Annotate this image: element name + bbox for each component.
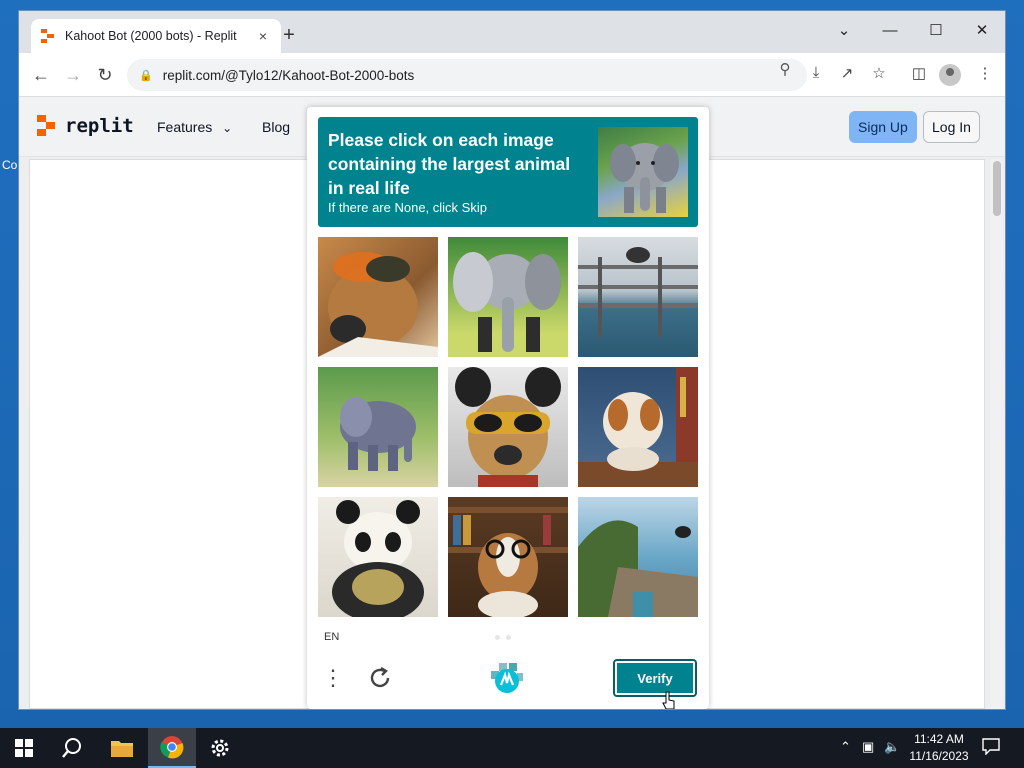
- browser-tab[interactable]: Kahoot Bot (2000 bots) - Replit ×: [31, 19, 281, 53]
- clock-time: 11:42 AM: [914, 732, 964, 746]
- address-bar[interactable]: 🔒 replit.com/@Tylo12/Kahoot-Bot-2000-bot…: [127, 59, 807, 91]
- lock-icon: 🔒: [139, 69, 153, 82]
- side-panel-icon[interactable]: ◫: [909, 64, 929, 82]
- challenge-tile[interactable]: [578, 367, 698, 487]
- challenge-tile[interactable]: [578, 497, 698, 617]
- settings-gear-icon[interactable]: [196, 728, 244, 768]
- browser-window: Kahoot Bot (2000 bots) - Replit × + ⌄ — …: [18, 10, 1006, 710]
- url-text[interactable]: replit.com/@Tylo12/Kahoot-Bot-2000-bots: [163, 68, 415, 83]
- nav-features[interactable]: Features ⌄: [157, 119, 232, 135]
- prompt-subtext: If there are None, click Skip: [328, 200, 487, 215]
- challenge-tile[interactable]: [318, 367, 438, 487]
- example-elephant-image: [598, 127, 688, 217]
- taskbar: ⌃ ▣ 🔈 11:42 AM 11/16/2023: [0, 728, 1024, 768]
- nav-features-label: Features: [157, 119, 213, 135]
- volume-muted-icon[interactable]: 🔈: [884, 739, 900, 755]
- browser-toolbar: ← → ↻ 🔒 replit.com/@Tylo12/Kahoot-Bot-20…: [19, 53, 1005, 97]
- menu-kebab-icon[interactable]: ⋮: [975, 64, 995, 82]
- replit-logo[interactable]: replit: [37, 115, 134, 137]
- title-bar: Kahoot Bot (2000 bots) - Replit × + ⌄ — …: [19, 11, 1005, 53]
- new-tab-button[interactable]: +: [277, 24, 301, 47]
- replit-logo-icon: [37, 115, 57, 137]
- challenge-tile[interactable]: [318, 497, 438, 617]
- maximize-button[interactable]: ☐: [913, 15, 959, 45]
- back-icon[interactable]: ←: [29, 63, 53, 87]
- profile-avatar-icon[interactable]: [939, 64, 961, 86]
- close-button[interactable]: ✕: [959, 15, 1005, 45]
- replit-favicon-icon: [41, 29, 55, 43]
- chevron-down-icon: ⌄: [222, 121, 233, 135]
- challenge-tile[interactable]: [448, 497, 568, 617]
- challenge-tile[interactable]: [448, 367, 568, 487]
- language-selector[interactable]: EN: [324, 631, 339, 643]
- forward-icon[interactable]: →: [61, 63, 85, 87]
- start-button[interactable]: [0, 728, 48, 768]
- refresh-icon[interactable]: [367, 665, 393, 691]
- clock[interactable]: 11:42 AM 11/16/2023: [903, 731, 975, 765]
- search-icon[interactable]: ⚲: [775, 60, 795, 78]
- challenge-prompt: Please click on each image containing th…: [318, 117, 698, 227]
- chrome-icon[interactable]: [148, 728, 196, 768]
- verify-button[interactable]: Verify: [613, 659, 697, 697]
- logo-text: replit: [65, 115, 134, 137]
- desktop-icon-label[interactable]: Co: [2, 158, 17, 172]
- scrollbar-thumb[interactable]: [993, 161, 1001, 216]
- minimize-button[interactable]: —: [867, 15, 913, 45]
- scrollbar[interactable]: [991, 159, 1003, 709]
- prompt-text: Please click on each image containing th…: [328, 130, 571, 198]
- challenge-tile[interactable]: [318, 237, 438, 357]
- reload-icon[interactable]: ↻: [93, 63, 117, 87]
- file-explorer-icon[interactable]: [98, 728, 146, 768]
- hcaptcha-logo-icon[interactable]: [489, 661, 525, 697]
- sign-up-button[interactable]: Sign Up: [849, 111, 917, 143]
- install-app-icon[interactable]: ⤓: [806, 64, 826, 81]
- notification-icon[interactable]: [982, 737, 1000, 758]
- menu-kebab-icon[interactable]: ⋮: [322, 663, 344, 693]
- clock-date: 11/16/2023: [909, 749, 969, 763]
- hcaptcha-challenge: Please click on each image containing th…: [307, 107, 709, 709]
- pagination-dots: [495, 635, 511, 640]
- share-icon[interactable]: ↗: [837, 64, 857, 82]
- nav-blog[interactable]: Blog: [262, 119, 290, 135]
- log-in-button[interactable]: Log In: [923, 111, 980, 143]
- mouse-pointer-icon: [662, 691, 675, 709]
- search-icon[interactable]: [48, 728, 96, 768]
- bookmark-star-icon[interactable]: ☆: [869, 64, 889, 82]
- network-icon[interactable]: ▣: [862, 739, 874, 755]
- challenge-tile[interactable]: [448, 237, 568, 357]
- chevron-up-icon[interactable]: ⌃: [840, 739, 851, 755]
- tab-close-icon[interactable]: ×: [255, 28, 271, 44]
- tab-title: Kahoot Bot (2000 bots) - Replit: [65, 29, 237, 43]
- challenge-tile[interactable]: [578, 237, 698, 357]
- tab-search-icon[interactable]: ⌄: [821, 15, 867, 45]
